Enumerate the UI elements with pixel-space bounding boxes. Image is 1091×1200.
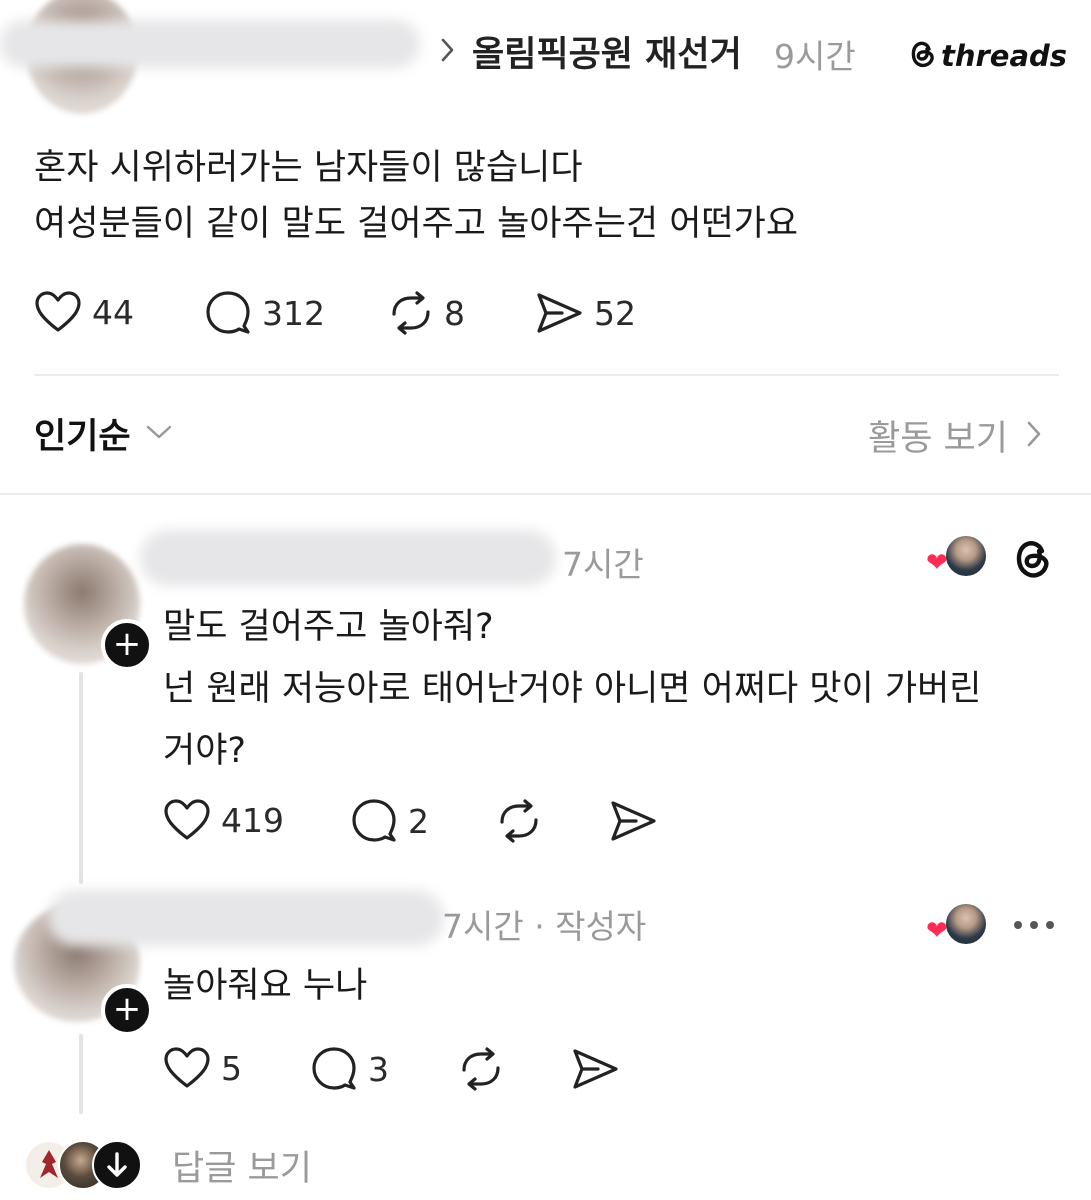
follow-plus-icon[interactable]: + xyxy=(101,619,153,671)
author-liked-badge: ❤ xyxy=(926,902,990,948)
comment-button[interactable]: 312 xyxy=(204,290,325,336)
repost-icon xyxy=(456,1046,506,1092)
share-button[interactable] xyxy=(608,798,658,844)
share-button[interactable] xyxy=(570,1046,620,1092)
share-icon xyxy=(570,1046,620,1092)
author-mini-avatar xyxy=(944,902,988,946)
activity-label: 활동 보기 xyxy=(868,419,1008,459)
reply-line: 넌 원래 저능아로 태어난거야 아니면 어쩌다 맛이 가버린 xyxy=(163,669,982,709)
comment-count: 2 xyxy=(408,801,429,841)
threads-brand: threads xyxy=(907,38,1067,74)
threads-logo-icon xyxy=(907,38,937,74)
sort-dropdown[interactable]: 인기순 xyxy=(34,408,173,459)
comment-button[interactable]: 2 xyxy=(350,798,429,844)
repost-button[interactable] xyxy=(456,1046,506,1092)
reply-meta: 7시간 · 작성자 xyxy=(442,907,647,946)
follow-plus-icon[interactable]: + xyxy=(101,984,153,1036)
threads-wordmark: threads xyxy=(941,39,1068,73)
like-count: 419 xyxy=(221,800,284,840)
post-line: 혼자 시위하러가는 남자들이 많습니다 xyxy=(34,148,583,188)
repost-icon xyxy=(494,798,544,844)
heart-filled-icon: ❤ xyxy=(926,916,948,946)
heart-icon xyxy=(163,798,211,842)
author-name-redacted xyxy=(0,20,420,68)
share-icon xyxy=(534,290,584,336)
repost-count: 8 xyxy=(444,293,465,333)
reply-text: 놀아줘요 누나 xyxy=(163,966,368,1006)
comment-icon xyxy=(350,798,398,844)
divider xyxy=(34,374,1059,376)
repost-button[interactable]: 8 xyxy=(386,290,465,336)
post-time: 9시간 xyxy=(774,37,856,76)
chevron-right-icon xyxy=(1026,419,1042,453)
chevron-down-icon xyxy=(145,423,173,445)
heart-filled-icon: ❤ xyxy=(926,548,948,578)
repost-icon xyxy=(386,290,436,336)
activity-link[interactable]: 활동 보기 xyxy=(868,410,1042,461)
comment-icon xyxy=(204,290,252,336)
like-button[interactable]: 5 xyxy=(163,1046,242,1090)
comment-count: 312 xyxy=(262,293,325,333)
like-button[interactable]: 419 xyxy=(163,798,284,842)
share-icon xyxy=(608,798,658,844)
reply-line: 거야? xyxy=(163,731,246,771)
heart-icon xyxy=(34,290,82,334)
share-count: 52 xyxy=(594,293,636,333)
comment-icon xyxy=(310,1046,358,1092)
reply-author-redacted xyxy=(140,530,556,586)
section-divider xyxy=(0,493,1091,495)
threads-logo-icon[interactable] xyxy=(1010,536,1054,586)
repost-button[interactable] xyxy=(494,798,544,844)
reply-time: 7시간 xyxy=(562,545,644,584)
reply-author-redacted xyxy=(48,890,444,946)
share-button[interactable]: 52 xyxy=(534,290,636,336)
reply-line: 말도 걸어주고 놀아줘? xyxy=(163,607,494,647)
thread-line xyxy=(79,1034,83,1114)
post-context[interactable]: 올림픽공원 재선거 xyxy=(472,26,742,77)
comment-button[interactable]: 3 xyxy=(310,1046,389,1092)
thread-line xyxy=(79,672,83,884)
replier-avatars xyxy=(24,1140,144,1190)
sort-label: 인기순 xyxy=(34,417,131,457)
post-line: 여성분들이 같이 말도 걸어주고 놀아주는건 어떤가요 xyxy=(34,204,799,244)
arrow-down-icon[interactable] xyxy=(92,1140,142,1190)
author-mini-avatar xyxy=(944,534,988,578)
like-button[interactable]: 44 xyxy=(34,290,134,334)
heart-icon xyxy=(163,1046,211,1090)
author-liked-badge: ❤ xyxy=(926,534,990,580)
chevron-right-icon xyxy=(440,36,456,68)
post-text: 혼자 시위하러가는 남자들이 많습니다 여성분들이 같이 말도 걸어주고 놀아주… xyxy=(34,140,798,252)
like-count: 5 xyxy=(221,1048,242,1088)
reply-text: 말도 걸어주고 놀아줘? 넌 원래 저능아로 태어난거야 아니면 어쩌다 맛이 … xyxy=(163,596,981,782)
comment-count: 3 xyxy=(368,1049,389,1089)
like-count: 44 xyxy=(92,292,134,332)
more-icon[interactable] xyxy=(1012,916,1056,935)
view-replies-link[interactable]: 답글 보기 xyxy=(172,1140,312,1191)
